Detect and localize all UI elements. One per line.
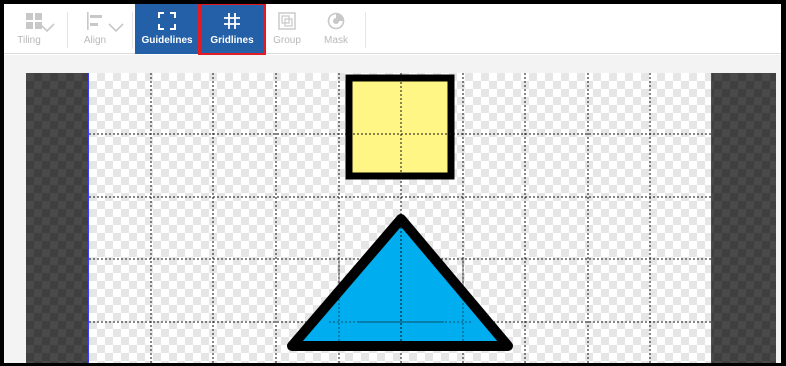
- grid-icon: [224, 13, 240, 29]
- workspace: [4, 55, 781, 363]
- guidelines-icon: [158, 12, 176, 30]
- group-label: Group: [273, 35, 301, 46]
- toolbar-divider: [365, 12, 366, 48]
- mask-button[interactable]: Mask: [315, 4, 357, 54]
- yellow-square-shape[interactable]: [345, 74, 455, 180]
- align-label: Align: [83, 35, 107, 46]
- design-page[interactable]: [88, 73, 713, 363]
- tiling-label: Tiling: [17, 35, 41, 46]
- canvas-area: [26, 73, 776, 363]
- mask-icon: [327, 12, 345, 30]
- chevron-down-icon[interactable]: [39, 22, 55, 34]
- guidelines-button[interactable]: Guidelines: [135, 4, 199, 54]
- app-window: Tiling Align Guidelines Gridlines Group …: [4, 4, 781, 363]
- tiling-button[interactable]: Tiling: [4, 4, 64, 54]
- blue-triangle-shape[interactable]: [287, 214, 513, 351]
- gridlines-overlay: [89, 73, 713, 363]
- mask-label: Mask: [324, 35, 348, 46]
- align-icon: [87, 12, 102, 30]
- group-button[interactable]: Group: [266, 4, 308, 54]
- chevron-down-icon[interactable]: [108, 22, 124, 34]
- gridlines-label: Gridlines: [210, 35, 254, 46]
- guidelines-label: Guidelines: [141, 35, 193, 46]
- toolbar-divider: [67, 12, 68, 48]
- toolbar: Tiling Align Guidelines Gridlines Group …: [4, 4, 781, 56]
- group-icon: [278, 12, 296, 30]
- toolbar-divider: [132, 12, 133, 48]
- gridlines-button[interactable]: Gridlines: [198, 4, 266, 56]
